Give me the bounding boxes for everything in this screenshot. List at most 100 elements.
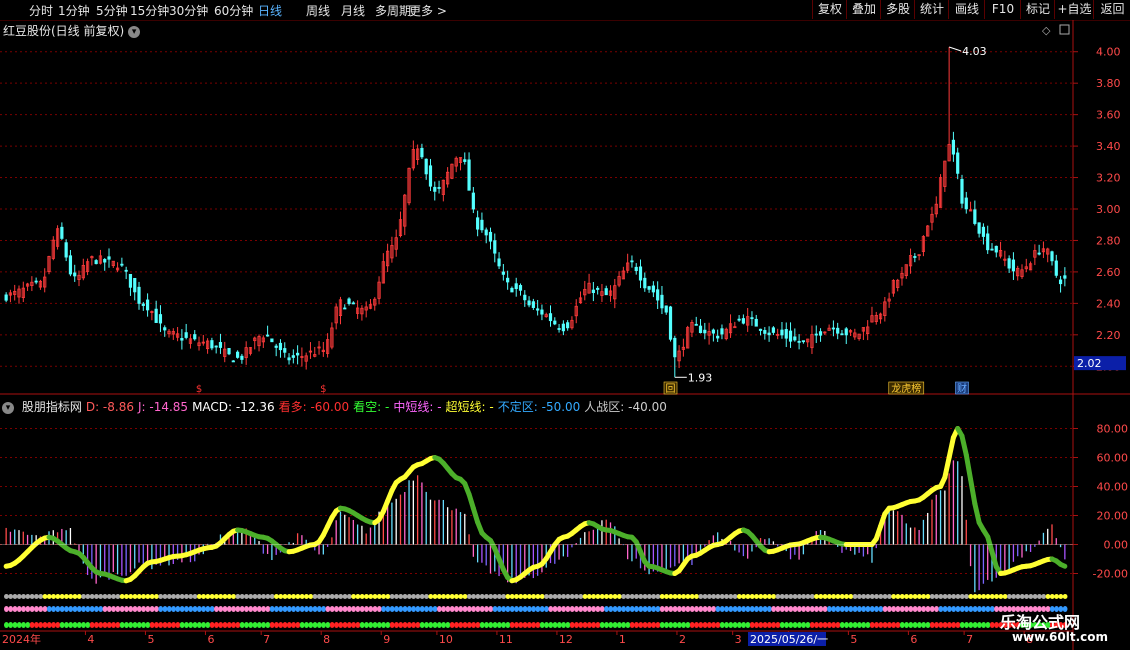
- strip-cell: [985, 606, 991, 612]
- candle-body: [518, 285, 523, 291]
- strip-cell: [921, 594, 927, 599]
- strip-cell: [535, 594, 541, 599]
- candle-body: [536, 308, 540, 311]
- strip-cell: [141, 622, 146, 628]
- strip-cell: [929, 606, 935, 612]
- candle-body: [476, 217, 480, 230]
- strip-cell: [209, 622, 215, 628]
- strip-cell: [458, 622, 464, 628]
- strip-cell: [226, 594, 232, 599]
- candle-body: [480, 219, 484, 231]
- strip-cell: [76, 594, 82, 599]
- candle-body: [913, 256, 917, 258]
- strip-cell: [428, 606, 434, 612]
- strip-cell: [672, 594, 678, 599]
- strip-cell: [745, 622, 751, 628]
- strip-cell: [959, 622, 965, 628]
- strip-cell: [968, 594, 974, 599]
- strip-cell: [784, 594, 789, 599]
- strip-cell: [698, 594, 704, 599]
- strip-cell: [248, 622, 254, 628]
- strip-cell: [582, 594, 588, 599]
- strip-cell: [346, 606, 352, 612]
- candle-body: [720, 328, 724, 335]
- date-tick-label: 10: [439, 633, 453, 646]
- strip-cell: [389, 606, 395, 612]
- strip-cell: [381, 622, 386, 628]
- strip-cell: [925, 622, 931, 628]
- diamond-icon[interactable]: ◇: [1042, 24, 1051, 37]
- strip-cell: [398, 594, 404, 599]
- strip-cell: [779, 622, 785, 628]
- strip-cell: [895, 622, 901, 628]
- strip-cell: [201, 622, 206, 628]
- strip-cell: [715, 622, 721, 628]
- strip-cell: [179, 622, 185, 628]
- strip-cell: [869, 622, 875, 628]
- strip-cell: [364, 622, 369, 628]
- strip-cell: [736, 606, 742, 612]
- strip-cell: [805, 606, 811, 612]
- checkbox-icon[interactable]: [1059, 24, 1070, 35]
- strip-cell: [565, 622, 571, 628]
- strip-cell: [805, 594, 811, 599]
- strip-cell: [415, 606, 421, 612]
- strip-cell: [21, 606, 26, 612]
- candle-body: [698, 325, 703, 334]
- candle-body: [137, 286, 141, 304]
- strip-cell: [719, 606, 725, 612]
- strip-cell: [998, 594, 1004, 599]
- date-tick-label: 3: [735, 633, 742, 646]
- strip-cell: [972, 622, 978, 628]
- strip-cell: [308, 622, 314, 628]
- strip-cell: [732, 606, 738, 612]
- strip-cell: [775, 606, 781, 612]
- strip-cell: [59, 622, 65, 628]
- strip-cell: [698, 622, 704, 628]
- strip-cell: [964, 594, 969, 599]
- strip-cell: [766, 594, 772, 599]
- strip-cell: [346, 622, 352, 628]
- strip-cell: [411, 606, 416, 612]
- strip-cell: [355, 622, 361, 628]
- strip-cell: [4, 606, 9, 612]
- candle-body: [60, 226, 64, 239]
- strip-cell: [85, 606, 91, 612]
- strip-cell: [904, 606, 909, 612]
- strip-cell: [869, 606, 875, 612]
- strip-cell: [1058, 594, 1064, 599]
- strip-cell: [852, 606, 858, 612]
- strip-cell: [299, 606, 305, 612]
- strip-cell: [865, 594, 871, 599]
- strip-cell: [929, 622, 935, 628]
- candle-body: [1037, 252, 1041, 255]
- strip-cell: [646, 594, 652, 599]
- strip-cell: [252, 594, 258, 599]
- strip-cell: [158, 606, 164, 612]
- strip-cell: [406, 606, 412, 612]
- strip-cell: [565, 594, 571, 599]
- strip-cell: [964, 622, 969, 628]
- strip-cell: [771, 594, 777, 599]
- strip-cell: [612, 622, 618, 628]
- strip-cell: [539, 606, 545, 612]
- strip-cell: [835, 606, 841, 612]
- strip-cell: [865, 606, 871, 612]
- strip-cell: [218, 622, 224, 628]
- candle-body: [68, 255, 73, 275]
- candle-body: [231, 360, 235, 363]
- candle-body: [737, 318, 741, 321]
- strip-cell: [338, 622, 344, 628]
- strip-cell: [946, 606, 952, 612]
- candle-body: [836, 327, 840, 334]
- strip-cell: [569, 606, 575, 612]
- strip-cell: [85, 622, 91, 628]
- strip-cell: [128, 606, 134, 612]
- strip-cell: [912, 622, 918, 628]
- strip-cell: [694, 622, 699, 628]
- strip-cell: [664, 594, 669, 599]
- strip-cell: [406, 622, 412, 628]
- strip-cell: [149, 622, 155, 628]
- strip-cell: [586, 606, 592, 612]
- strip-cell: [265, 606, 271, 612]
